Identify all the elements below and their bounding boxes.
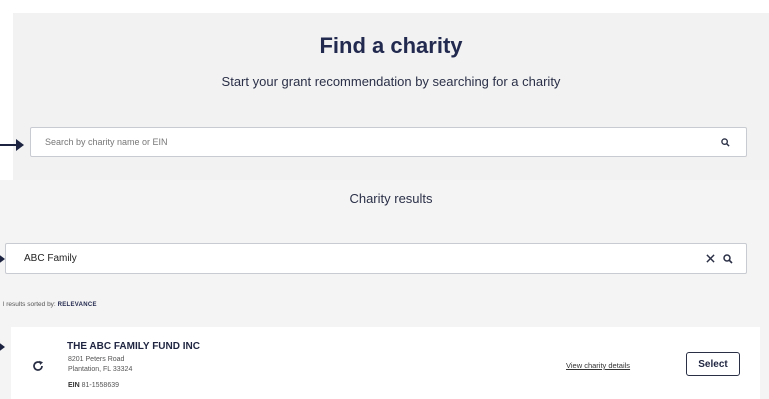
charity-ein: EIN 81-1558639 xyxy=(68,382,119,389)
results-heading: Charity results xyxy=(349,191,433,206)
select-button[interactable]: Select xyxy=(686,352,740,376)
page-subtitle: Start your grant recommendation by searc… xyxy=(221,74,561,89)
sort-value[interactable]: RELEVANCE xyxy=(58,302,97,308)
charity-address-line1: 8201 Peters Road xyxy=(68,356,125,363)
charity-search-box[interactable] xyxy=(30,127,747,157)
results-search-box[interactable] xyxy=(5,243,747,274)
charity-result-card xyxy=(11,327,760,399)
sort-indicator: l results sorted by: RELEVANCE xyxy=(3,301,97,308)
refresh-icon xyxy=(31,359,45,373)
page-title: Find a charity xyxy=(319,33,463,58)
charity-search-input[interactable] xyxy=(45,128,645,156)
callout-arrow xyxy=(0,139,24,151)
ein-value: 81-1558639 xyxy=(81,382,119,389)
search-icon[interactable] xyxy=(719,244,737,273)
search-icon[interactable] xyxy=(716,128,734,156)
charity-name: THE ABC FAMILY FUND INC xyxy=(67,341,200,352)
view-charity-details-link[interactable]: View charity details xyxy=(566,361,630,370)
close-icon[interactable] xyxy=(701,244,719,273)
callout-arrow xyxy=(0,253,5,265)
results-search-input[interactable] xyxy=(24,244,624,273)
callout-arrow xyxy=(0,341,5,353)
sort-prefix: l results sorted by: xyxy=(3,301,56,308)
charity-address-line2: Plantation, FL 33324 xyxy=(68,366,133,373)
ein-label: EIN xyxy=(68,382,80,389)
